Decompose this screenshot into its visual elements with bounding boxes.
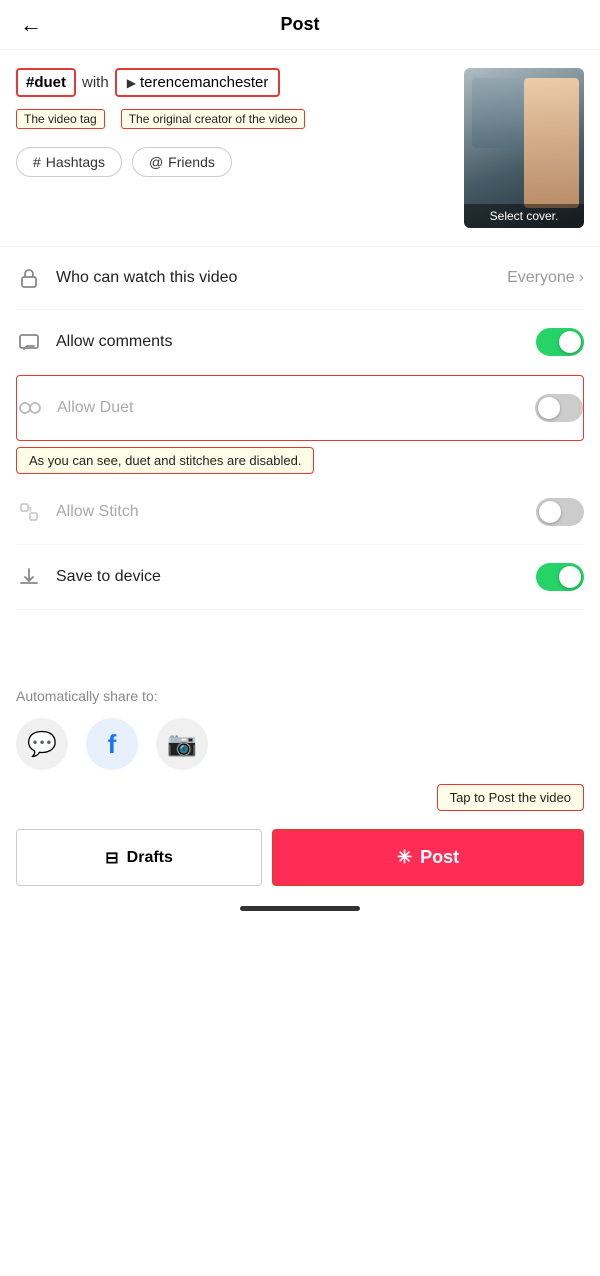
thumb-face2 [524,78,579,208]
hashtag-row: # Hashtags @ Friends [16,147,452,177]
top-section: #duet with ▶ terencemanchester The video… [0,50,600,247]
messenger-icon[interactable]: 💬 [16,718,68,770]
annotations-row: The video tag The original creator of th… [16,105,452,129]
tag-row: #duet with ▶ terencemanchester [16,68,452,97]
tap-annotation-wrapper: Tap to Post the video [0,784,600,811]
with-text: with [82,74,109,91]
home-bar [240,906,360,911]
bottom-buttons: ⊟ Drafts ✳ Post [0,819,600,896]
share-label: Automatically share to: [16,688,584,704]
save-icon [16,564,42,590]
save-to-device-row: Save to device [16,545,584,610]
comment-icon [16,329,42,355]
stitch-icon [16,499,42,525]
facebook-icon[interactable]: f [86,718,138,770]
tap-annotation-tooltip: Tap to Post the video [437,784,584,811]
drafts-icon: ⊟ [105,848,118,868]
at-symbol: @ [149,154,163,170]
creator-name: terencemanchester [140,74,268,91]
allow-duet-highlight: Allow Duet [16,375,584,441]
thumb-face1 [472,78,522,148]
home-indicator [0,896,600,917]
friends-label: Friends [168,154,215,170]
header: ← Post [0,0,600,50]
select-cover-label[interactable]: Select cover. [464,204,584,228]
who-can-watch-row[interactable]: Who can watch this video Everyone › [16,247,584,310]
allow-comments-label: Allow comments [56,333,522,351]
share-icons-row: 💬 f 📷 [16,718,584,770]
play-icon: ▶ [127,76,136,90]
friends-button[interactable]: @ Friends [132,147,232,177]
left-content: #duet with ▶ terencemanchester The video… [16,68,452,177]
allow-stitch-row: Allow Stitch [16,480,584,545]
allow-duet-row: Allow Duet [17,376,583,440]
video-thumbnail[interactable]: Select cover. [464,68,584,228]
settings-section: Who can watch this video Everyone › Allo… [0,247,600,610]
share-section: Automatically share to: 💬 f 📷 [0,670,600,780]
allow-stitch-label: Allow Stitch [56,503,522,521]
post-icon: ✳ [397,847,412,868]
allow-stitch-toggle[interactable] [536,498,584,526]
hashtags-button[interactable]: # Hashtags [16,147,122,177]
drafts-button[interactable]: ⊟ Drafts [16,829,262,886]
duet-icon [17,395,43,421]
allow-duet-toggle[interactable] [535,394,583,422]
save-to-device-label: Save to device [56,568,522,586]
annotation-creator: The original creator of the video [121,109,306,129]
drafts-label: Drafts [127,849,173,867]
allow-comments-row: Allow comments [16,310,584,375]
page-title: Post [280,14,319,35]
toggle-knob [559,331,581,353]
video-tag-box[interactable]: #duet [16,68,76,97]
duet-annotation-tooltip: As you can see, duet and stitches are di… [16,447,314,474]
toggle-knob-save [559,566,581,588]
hashtags-label: Hashtags [46,154,105,170]
who-can-watch-value: Everyone › [507,269,584,287]
instagram-icon[interactable]: 📷 [156,718,208,770]
lock-icon [16,265,42,291]
duet-annotation-wrapper: As you can see, duet and stitches are di… [16,447,584,474]
toggle-knob-stitch [539,501,561,523]
allow-comments-toggle[interactable] [536,328,584,356]
annotation-tag: The video tag [16,109,105,129]
back-button[interactable]: ← [20,12,42,38]
spacer [0,610,600,670]
save-to-device-toggle[interactable] [536,563,584,591]
chevron-right-icon: › [579,269,584,287]
allow-duet-label: Allow Duet [57,399,521,417]
hashtag-symbol: # [33,154,41,170]
who-can-watch-label: Who can watch this video [56,269,493,287]
toggle-knob-duet [538,397,560,419]
post-button[interactable]: ✳ Post [272,829,584,886]
post-label: Post [420,847,459,868]
creator-box[interactable]: ▶ terencemanchester [115,68,281,97]
